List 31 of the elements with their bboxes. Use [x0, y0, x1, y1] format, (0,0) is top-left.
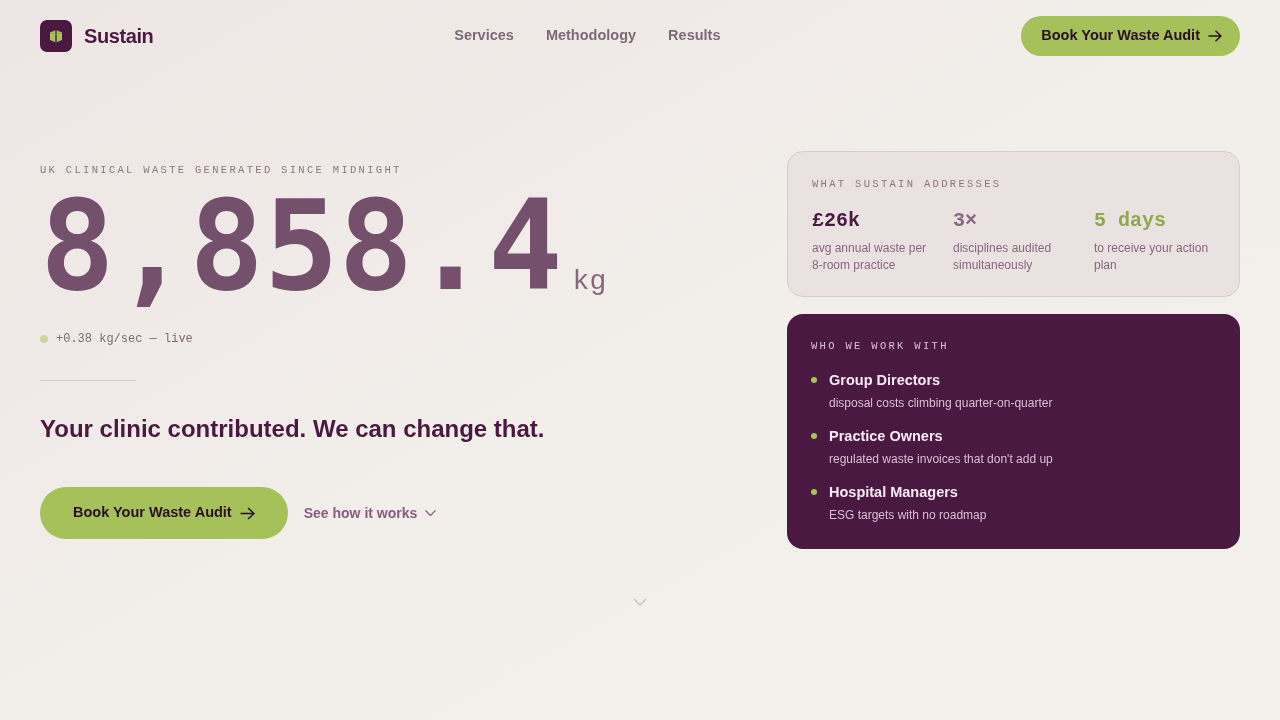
rate-text: +0.38 kg/sec — live — [56, 331, 193, 347]
stat-value: 5 days — [1094, 208, 1167, 234]
card-title: WHO WE WORK WITH — [811, 339, 950, 353]
counter-caption: UK CLINICAL WASTE GENERATED SINCE MIDNIGHT — [40, 163, 403, 177]
stat-value: 3× — [953, 208, 978, 234]
see-how-it-works-link[interactable]: See how it works — [303, 502, 437, 524]
nav-link[interactable]: Methodology — [545, 25, 637, 47]
waste-counter: 8,858.4 — [40, 183, 563, 309]
chevron-down-icon — [425, 510, 437, 516]
audience-title: Practice Owners — [829, 427, 944, 445]
arrow-right-icon — [1208, 30, 1222, 42]
headline: Your clinic contributed. We can change that. — [40, 414, 546, 444]
book-audit-button[interactable]: Book Your Waste Audit — [1021, 16, 1240, 56]
unit-label: kg — [572, 268, 607, 296]
nav-link[interactable]: Services — [454, 25, 514, 47]
arrow-right-icon — [239, 506, 255, 520]
stat-value: £26k — [812, 208, 861, 234]
stat-description: avg annual waste per 8-room practice — [812, 240, 928, 274]
card-title: WHAT SUSTAIN ADDRESSES — [812, 177, 1003, 191]
nav-link[interactable]: Results — [668, 25, 721, 47]
logo-box-icon — [40, 20, 72, 52]
book-audit-button[interactable]: Book Your Waste Audit — [40, 487, 288, 539]
audience-description: ESG targets with no roadmap — [829, 507, 987, 523]
brand-name: Sustain — [84, 24, 154, 49]
audience-description: disposal costs climbing quarter-on-quarter — [829, 395, 1053, 411]
stat-description: to receive your action plan — [1094, 240, 1210, 274]
audience-title: Hospital Managers — [829, 483, 959, 501]
chevron-down-icon[interactable] — [633, 598, 647, 606]
stat-description: disciplines audited simultaneously — [953, 240, 1053, 274]
audience-description: regulated waste invoices that don't add up — [829, 451, 1053, 467]
audience-title: Group Directors — [829, 371, 942, 389]
